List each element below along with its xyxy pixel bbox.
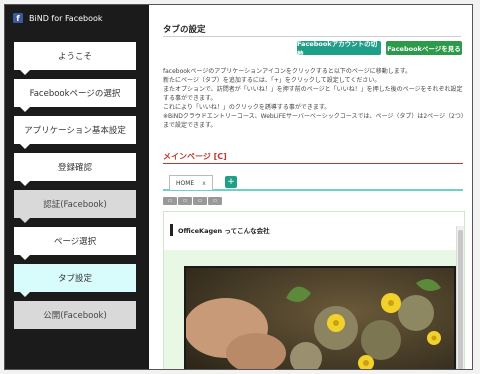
description-line-4: これにより「いいね！」のクリックを誘導する事ができます。: [163, 104, 331, 111]
nav-step-auth-facebook[interactable]: 認証(Facebook): [14, 190, 136, 223]
description-text: facebookページのアプリケーションアイコンをクリックすると以下のページに移…: [163, 67, 465, 130]
flower-photo-image: [186, 268, 454, 369]
page-title: タブの設定: [163, 25, 206, 35]
description-line-1: facebookページのアプリケーションアイコンをクリックすると以下のページに移…: [163, 68, 412, 75]
main-panel: タブの設定 Facebookアカウントの切替 Facebookページを見る fa…: [149, 5, 472, 369]
nav-step-app-basic-settings[interactable]: アプリケーション基本設定: [14, 116, 136, 149]
tab-home-label: HOME: [176, 179, 195, 187]
description-line-5: ※BiNDクラウドエントリーコース、WebLiFEサーバーベーシックコースでは、…: [163, 113, 464, 129]
layout-option-3-button[interactable]: ▭: [193, 197, 207, 205]
nav-step-publish-facebook[interactable]: 公開(Facebook): [14, 301, 136, 329]
tab-home[interactable]: HOME x: [169, 175, 213, 190]
title-divider: [163, 36, 461, 37]
view-facebook-page-button[interactable]: Facebookページを見る: [386, 41, 462, 55]
nav-step-select-facebook-page[interactable]: Facebookページの選択: [14, 79, 136, 112]
layout-option-1-button[interactable]: ▭: [163, 197, 177, 205]
preview-photo: [184, 266, 456, 369]
switch-facebook-account-button[interactable]: Facebookアカウントの切替: [297, 40, 381, 58]
sidebar: f BiND for Facebook ようこそ Facebookページの選択 …: [5, 5, 149, 369]
description-line-3: またオプションで、訪問者が「いいね！」を押す前のページと「いいね！」を押した後の…: [163, 86, 463, 102]
scrollbar-thumb[interactable]: [458, 230, 463, 369]
nav-step-registration-confirm[interactable]: 登録確認: [14, 153, 136, 186]
page-tab-bar: HOME x +: [163, 173, 463, 191]
nav-step-tab-settings[interactable]: タブ設定: [14, 264, 136, 297]
preview-heading: OfficeKagen ってこんな会社: [170, 224, 270, 236]
close-icon[interactable]: x: [202, 180, 206, 187]
app-window: f BiND for Facebook ようこそ Facebookページの選択 …: [4, 4, 473, 370]
brand-header: f BiND for Facebook: [5, 5, 149, 31]
layout-option-2-button[interactable]: ▭: [178, 197, 192, 205]
app-title: BiND for Facebook: [29, 13, 103, 23]
add-tab-button[interactable]: +: [225, 176, 237, 188]
page-preview-canvas[interactable]: OfficeKagen ってこんな会社: [163, 211, 465, 369]
nav-step-page-select[interactable]: ページ選択: [14, 227, 136, 260]
preview-scrollbar[interactable]: [456, 226, 464, 369]
description-line-2: 新たにページ（タブ）を追加するには、「+」をクリックして設定してください。: [163, 77, 381, 84]
section-title-main-page: メインページ [C]: [163, 152, 227, 161]
layout-toolbar: ▭ ▭ ▭ ▭: [163, 197, 222, 205]
layout-option-4-button[interactable]: ▭: [208, 197, 222, 205]
preview-header: OfficeKagen ってこんな会社: [164, 212, 464, 250]
facebook-f-icon: f: [13, 13, 23, 23]
section-divider: [163, 163, 463, 164]
nav-step-welcome[interactable]: ようこそ: [14, 42, 136, 75]
